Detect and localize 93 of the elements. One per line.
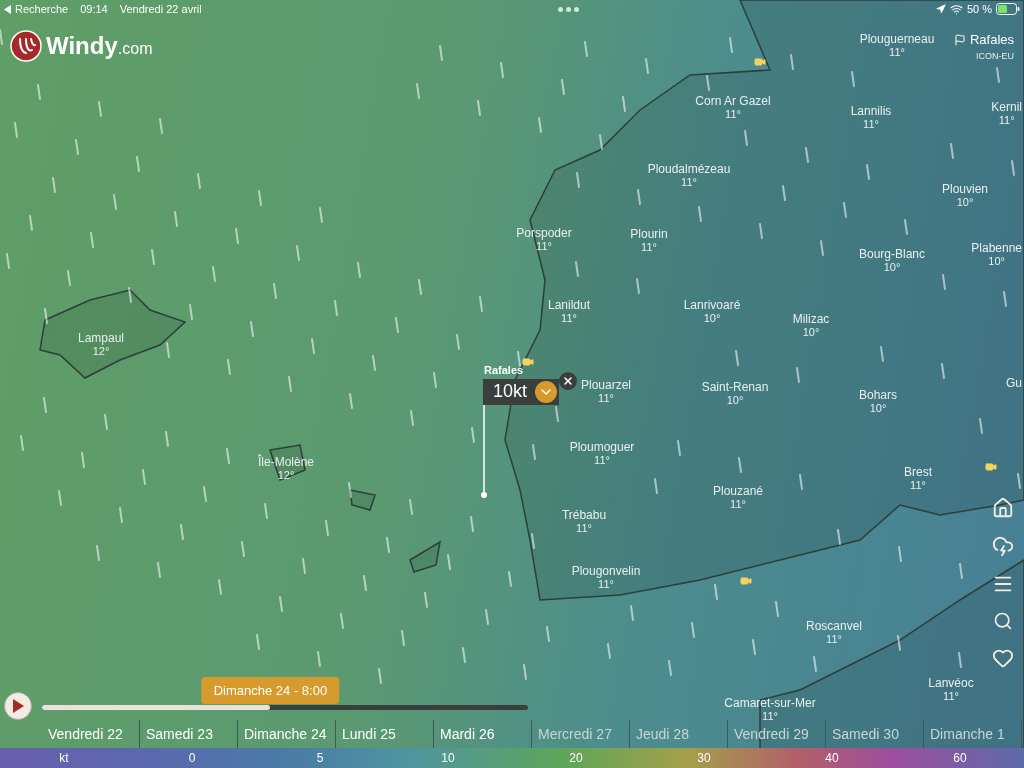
- legend-value: 20: [568, 750, 584, 767]
- place-name: Bourg-Blanc: [859, 247, 925, 261]
- place-temperature: 11°: [762, 710, 778, 723]
- place-temperature: 11°: [730, 498, 746, 511]
- legend-value: 0: [187, 750, 197, 767]
- place-temperature: 12°: [92, 345, 110, 358]
- windy-logo-icon[interactable]: [10, 30, 42, 62]
- place-temperature: 11°: [576, 522, 592, 535]
- picker-label: Rafales: [484, 363, 524, 378]
- legend-value: 10: [440, 750, 456, 767]
- place-name: Lanrivoaré: [683, 298, 741, 312]
- timeline-track[interactable]: [42, 705, 528, 710]
- home-icon[interactable]: [992, 497, 1014, 519]
- overlay-label[interactable]: Rafales: [969, 30, 1014, 50]
- place-name: Brest: [904, 465, 932, 479]
- place-name: Kernil: [991, 100, 1022, 114]
- picker-value-box[interactable]: 10kt: [483, 378, 560, 405]
- place-temperature: 11°: [943, 690, 959, 703]
- heart-icon[interactable]: [992, 647, 1014, 669]
- place-temperature: 11°: [910, 479, 926, 492]
- legend-value: 30: [696, 750, 712, 767]
- place-temperature: 10°: [883, 261, 901, 274]
- place-name: Milizac: [792, 312, 830, 326]
- place-temperature: 11°: [826, 633, 842, 646]
- place-name: Camaret-sur-Mer: [724, 696, 816, 710]
- place-name: Gu: [1006, 376, 1022, 390]
- back-link[interactable]: Recherche: [15, 0, 69, 18]
- place-temperature: 11°: [641, 241, 657, 254]
- place-name: Plougonvelin: [571, 564, 641, 578]
- legend-value: 40: [824, 750, 840, 767]
- place-name: Lampaul: [78, 331, 124, 345]
- place-temperature: 11°: [598, 392, 614, 405]
- place-temperature: 11°: [561, 312, 577, 325]
- place-name: Ploumoguer: [569, 440, 635, 454]
- place-name: Roscanvel: [806, 619, 862, 633]
- place-name: Plouguerneau: [859, 32, 935, 46]
- place-temperature: 10°: [988, 255, 1005, 268]
- place-temperature: 10°: [703, 312, 721, 325]
- play-button[interactable]: [4, 692, 32, 720]
- flag-icon[interactable]: [953, 33, 966, 46]
- close-icon: [562, 375, 574, 387]
- expand-button[interactable]: [535, 380, 558, 403]
- place-temperature: 10°: [869, 402, 887, 415]
- place-temperature: 10°: [726, 394, 744, 407]
- place-temperature: 11°: [725, 108, 741, 121]
- place-name: Plourin: [630, 227, 668, 241]
- multitasking-dots-icon[interactable]: [558, 6, 580, 12]
- place-temperature: 11°: [681, 176, 697, 189]
- status-date: Vendredi 22 avril: [119, 1, 202, 17]
- webcam-icon[interactable]: [740, 575, 752, 587]
- battery-percent: 50 %: [966, 1, 992, 17]
- legend-unit: kt: [58, 750, 70, 767]
- place-name: Lannilis: [850, 104, 892, 118]
- time-tooltip: Dimanche 24 - 8:00: [201, 676, 340, 704]
- place-temperature: 11°: [998, 114, 1015, 127]
- search-icon[interactable]: [993, 611, 1013, 631]
- clock-time: 09:14: [80, 1, 108, 17]
- close-button[interactable]: [559, 372, 577, 390]
- place-name: Île-Molène: [258, 455, 314, 469]
- place-name: Saint-Renan: [701, 380, 769, 394]
- place-temperature: 11°: [889, 46, 905, 59]
- place-name: Plouzané: [713, 484, 763, 498]
- place-name: Plouvien: [942, 182, 988, 196]
- place-name: Trébabu: [561, 508, 607, 522]
- place-name: Corn Ar Gazel: [695, 94, 771, 108]
- battery-icon: [996, 3, 1020, 15]
- webcam-icon[interactable]: [522, 356, 534, 368]
- cloud-lightning-icon[interactable]: [992, 535, 1014, 557]
- place-name: Lanvéoc: [928, 676, 974, 690]
- place-name: Ploudalmézeau: [647, 162, 731, 176]
- model-label[interactable]: ICON-EU: [976, 49, 1014, 63]
- place-temperature: 12°: [277, 469, 295, 482]
- wind-gust-value: 10kt: [493, 380, 528, 403]
- place-temperature: 11°: [863, 118, 879, 131]
- place-name: Bohars: [859, 388, 897, 402]
- play-icon: [12, 699, 24, 713]
- place-name: Plouarzel: [581, 378, 631, 392]
- place-temperature: 10°: [802, 326, 820, 339]
- webcam-icon[interactable]: [754, 56, 766, 68]
- place-temperature: 11°: [598, 578, 614, 591]
- wifi-icon: [949, 2, 963, 16]
- place-name: Plabenne: [971, 241, 1022, 255]
- place-name: Porspoder: [516, 226, 572, 240]
- location-arrow-icon: [935, 4, 946, 14]
- place-temperature: 10°: [956, 196, 974, 209]
- place-temperature: 11°: [594, 454, 610, 467]
- webcam-icon[interactable]: [985, 461, 997, 473]
- legend-value: 5: [315, 750, 325, 767]
- place-name: Lanildut: [548, 298, 590, 312]
- windy-logo-text[interactable]: Windy.com: [46, 28, 153, 64]
- back-arrow-icon[interactable]: [4, 4, 11, 14]
- place-temperature: 11°: [536, 240, 552, 253]
- legend-value: 60: [952, 750, 968, 767]
